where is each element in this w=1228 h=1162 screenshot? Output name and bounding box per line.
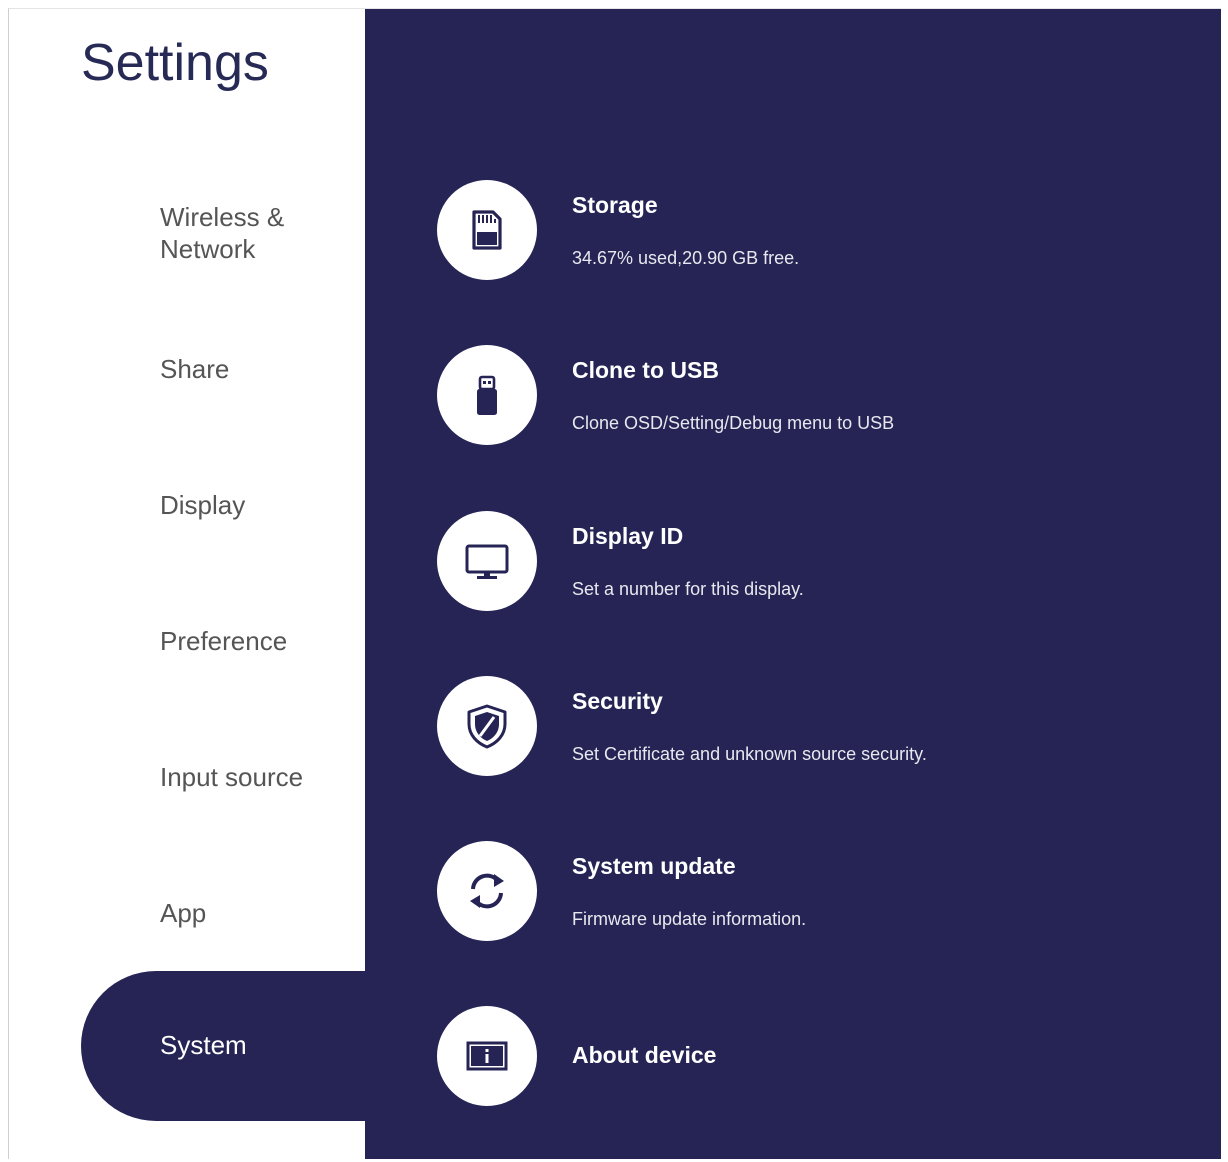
sidebar-item-input-source[interactable]: Input source <box>160 761 360 793</box>
row-title: Display ID <box>572 523 684 549</box>
sidebar-item-preference[interactable]: Preference <box>160 625 360 657</box>
sd-card-icon <box>472 210 502 250</box>
row-subtitle: Set a number for this display. <box>572 579 804 599</box>
display-icon-circle <box>437 511 537 611</box>
sidebar-item-label: System <box>160 1030 247 1060</box>
usb-drive-icon <box>477 375 497 415</box>
about-device-row[interactable]: About device <box>437 1006 1197 1106</box>
row-subtitle: 34.67% used,20.90 GB free. <box>572 248 800 268</box>
usb-icon-circle <box>437 345 537 445</box>
row-subtitle: Firmware update information. <box>572 909 807 929</box>
sidebar-item-share[interactable]: Share <box>160 353 360 385</box>
security-icon-circle <box>437 676 537 776</box>
system-update-row[interactable]: System update Firmware update informatio… <box>437 841 1197 941</box>
update-icon-circle <box>437 841 537 941</box>
row-title: About device <box>572 1042 717 1068</box>
shield-icon <box>467 704 507 749</box>
row-title: Clone to USB <box>572 357 719 383</box>
row-title: System update <box>572 853 736 879</box>
sidebar-item-display[interactable]: Display <box>160 489 360 521</box>
row-title: Security <box>572 688 663 714</box>
page-title: Settings <box>81 34 269 92</box>
sidebar-item-wireless-network[interactable]: Wireless & Network <box>160 201 360 265</box>
storage-row[interactable]: Storage 34.67% used,20.90 GB free. <box>437 180 1197 280</box>
sidebar-item-system[interactable]: System <box>81 971 365 1121</box>
security-row[interactable]: Security Set Certificate and unknown sou… <box>437 676 1197 776</box>
monitor-icon <box>465 544 509 579</box>
info-icon <box>466 1041 508 1071</box>
storage-icon-circle <box>437 180 537 280</box>
settings-window: Settings Wireless & Network Share Displa… <box>8 8 1221 1159</box>
row-title: Storage <box>572 192 658 218</box>
sync-icon <box>470 873 504 909</box>
row-subtitle: Set Certificate and unknown source secur… <box>572 744 927 764</box>
row-subtitle: Clone OSD/Setting/Debug menu to USB <box>572 413 895 433</box>
about-icon-circle <box>437 1006 537 1106</box>
clone-to-usb-row[interactable]: Clone to USB Clone OSD/Setting/Debug men… <box>437 345 1197 445</box>
display-id-row[interactable]: Display ID Set a number for this display… <box>437 511 1197 611</box>
